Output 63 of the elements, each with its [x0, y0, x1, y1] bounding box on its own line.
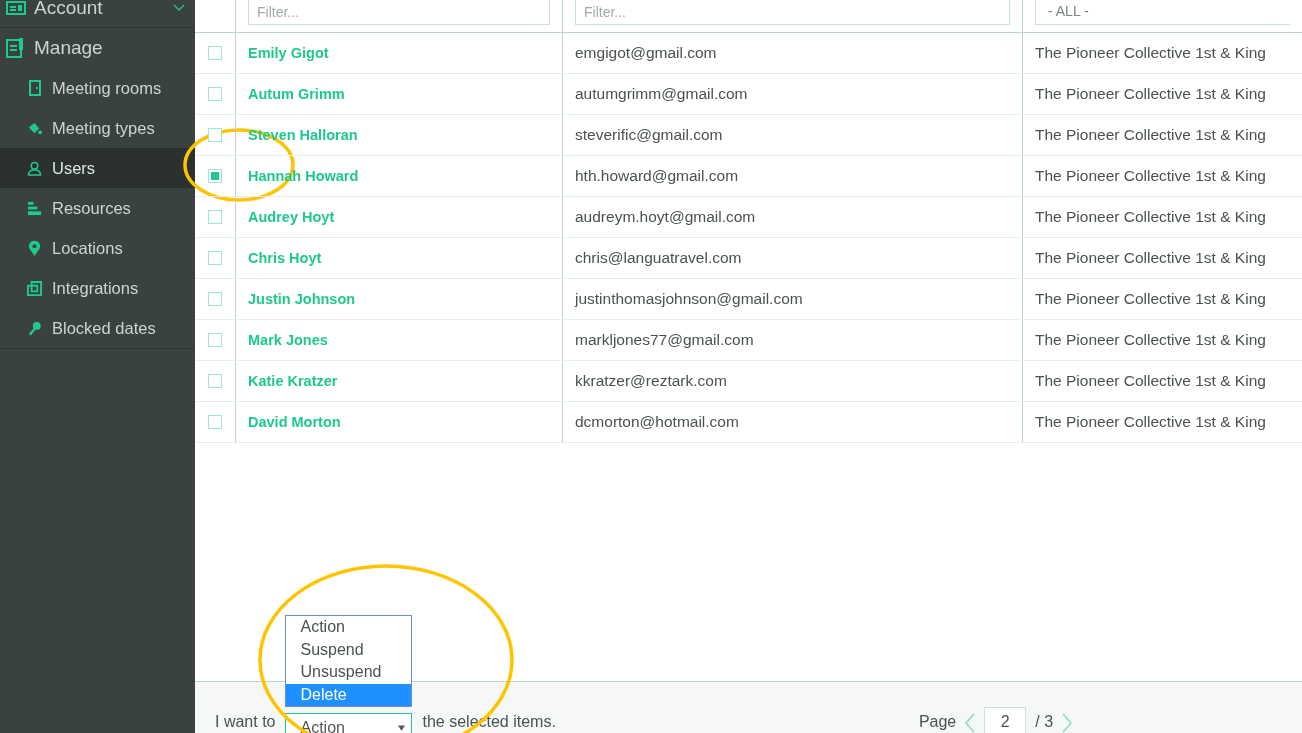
table-cell: The Pioneer Collective 1st & King: [1035, 167, 1266, 185]
checkbox[interactable]: [208, 128, 222, 142]
sidebar-item[interactable]: Locations: [0, 228, 195, 268]
action-select[interactable]: Action: [285, 713, 413, 733]
table-cell: The Pioneer Collective 1st & King: [1035, 290, 1266, 308]
checkbox[interactable]: [208, 251, 222, 265]
table-cell: audreym.hoyt@gmail.com: [575, 208, 756, 226]
sidebar-item[interactable]: Integrations: [0, 268, 195, 308]
page-field[interactable]: 2: [984, 707, 1027, 733]
table-cell: The Pioneer Collective 1st & King: [1035, 372, 1266, 390]
caret-icon: [398, 725, 406, 731]
page-label: Page: [918, 713, 957, 732]
table-cell: dcmorton@hotmail.com: [575, 413, 739, 431]
door-icon: [28, 80, 41, 96]
filter-field[interactable]: Filter...: [248, 0, 550, 25]
checkbox[interactable]: [208, 415, 222, 429]
user-icon: [27, 160, 42, 176]
clipboard-icon: [6, 38, 24, 58]
checkbox[interactable]: [208, 169, 222, 183]
table-cell: kkratzer@reztark.com: [575, 372, 727, 390]
chevron-left-icon[interactable]: [965, 713, 976, 733]
checkbox[interactable]: [208, 46, 222, 60]
table-cell: The Pioneer Collective 1st & King: [1035, 208, 1266, 226]
manage-menu[interactable]: Manage: [0, 28, 195, 68]
table-cell: The Pioneer Collective 1st & King: [1035, 249, 1266, 267]
sidebar-item[interactable]: Users: [0, 148, 195, 188]
table-cell: The Pioneer Collective 1st & King: [1035, 85, 1266, 103]
checkbox[interactable]: [208, 292, 222, 306]
table-cell: autumgrimm@gmail.com: [575, 85, 748, 103]
checkbox[interactable]: [208, 374, 222, 388]
page-total: / 3: [1035, 713, 1054, 732]
paint-bucket-icon: [27, 120, 42, 136]
table-cell: The Pioneer Collective 1st & King: [1035, 331, 1266, 349]
bars-icon: [27, 200, 42, 216]
dropdown-option[interactable]: Unsuspend: [286, 661, 412, 684]
checkbox[interactable]: [208, 333, 222, 347]
sidebar-item[interactable]: Meeting types: [0, 108, 195, 148]
checkbox[interactable]: [208, 210, 222, 224]
account-menu[interactable]: Account: [0, 0, 195, 28]
table-cell: The Pioneer Collective 1st & King: [1035, 44, 1266, 62]
table-cell: justinthomasjohnson@gmail.com: [575, 290, 803, 308]
table-cell: emgigot@gmail.com: [575, 44, 717, 62]
chevron-down-icon: [173, 3, 185, 12]
checkbox[interactable]: [208, 87, 222, 101]
dropdown-option[interactable]: Suspend: [286, 638, 412, 661]
table-cell: markljones77@gmail.com: [575, 331, 754, 349]
table-cell: chris@languatravel.com: [575, 249, 742, 267]
id-card-icon: [6, 0, 26, 15]
location-pin-icon: [28, 239, 41, 257]
chevron-right-icon[interactable]: [1062, 713, 1073, 733]
sidebar-item[interactable]: Meeting rooms: [0, 68, 195, 108]
table-cell: steverific@gmail.com: [575, 126, 723, 144]
action-label: I want to: [215, 713, 276, 732]
filter-field[interactable]: Filter...: [575, 0, 1010, 25]
filter-dropdown[interactable]: - ALL -: [1035, 0, 1290, 25]
table-cell: The Pioneer Collective 1st & King: [1035, 126, 1266, 144]
sidebar-item[interactable]: Resources: [0, 188, 195, 228]
dropdown-option[interactable]: Action: [286, 616, 412, 639]
table-cell: The Pioneer Collective 1st & King: [1035, 413, 1266, 431]
table-cell: hth.howard@gmail.com: [575, 167, 739, 185]
key-icon: [27, 320, 42, 336]
sidebar-item[interactable]: Blocked dates: [0, 308, 195, 349]
squares-icon: [27, 280, 42, 296]
